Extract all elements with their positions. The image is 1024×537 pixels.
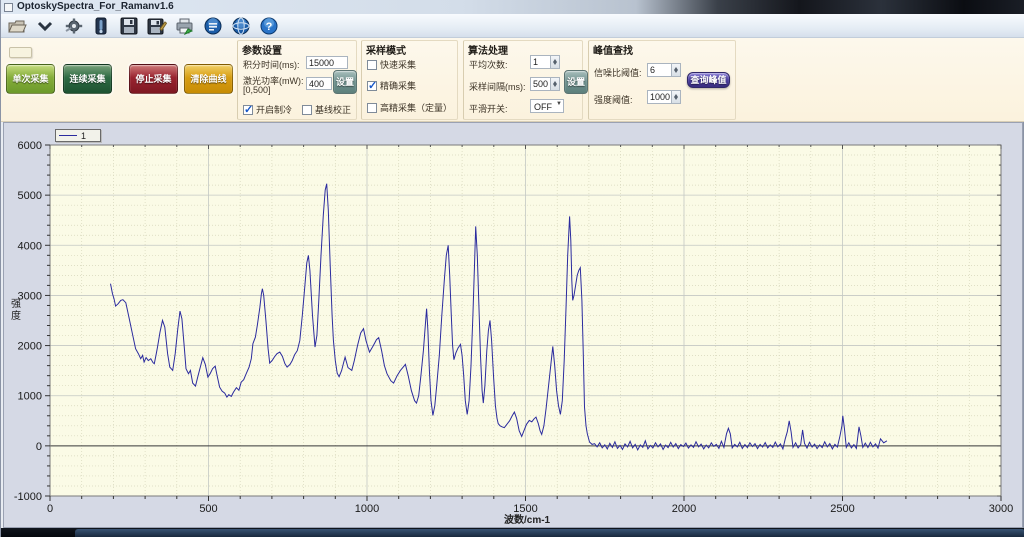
- settings-gear-icon[interactable]: [62, 16, 84, 36]
- control-panel: 单次采集 连续采集 停止采集 清除曲线 参数设置 积分时间(ms): 15000…: [1, 38, 1024, 122]
- spinner-arrows-icon[interactable]: [671, 64, 680, 76]
- open-folder-icon[interactable]: [6, 16, 28, 36]
- legend-line-sample: [59, 135, 77, 136]
- app-window: OptoskySpectra_For_Ramanv1.6 ? 单次采集 连续采集…: [0, 0, 1024, 537]
- laser-power-input[interactable]: 400: [306, 77, 332, 90]
- accurate-acquire-checkbox[interactable]: [367, 81, 377, 91]
- average-count-spinner[interactable]: 1: [530, 55, 560, 69]
- average-count-label: 平均次数:: [469, 58, 508, 71]
- chevron-down-icon: ▼: [556, 101, 562, 107]
- average-count-value: 1: [533, 57, 538, 67]
- help-icon[interactable]: ?: [258, 16, 280, 36]
- svg-text:?: ?: [266, 21, 273, 33]
- spinner-arrows-icon[interactable]: [550, 56, 559, 68]
- accurate-acquire-label: 精确采集: [380, 79, 416, 92]
- y-axis-title: 强度: [10, 299, 22, 323]
- snr-threshold-spinner[interactable]: 6: [647, 63, 681, 77]
- device-icon[interactable]: [90, 16, 112, 36]
- x-tick-label: 1000: [355, 503, 379, 515]
- cooling-label: 开启制冷: [256, 103, 292, 116]
- integration-time-label: 积分时间(ms):: [243, 58, 300, 71]
- app-icon: [4, 3, 13, 12]
- sampling-interval-value: 500: [533, 79, 548, 89]
- high-precision-checkbox[interactable]: [367, 103, 377, 113]
- sampling-interval-spinner[interactable]: 500: [530, 77, 560, 91]
- param-set-button[interactable]: 设置: [333, 70, 357, 94]
- legend-series-label: 1: [81, 131, 86, 141]
- smooth-switch-label: 平滑开关:: [469, 102, 508, 115]
- peak-finding-group: 峰值查找 信噪比阈值: 6 强度阈值: 1000 查询峰值: [588, 40, 736, 120]
- snr-threshold-label: 信噪比阈值:: [594, 66, 642, 79]
- high-precision-row[interactable]: 高精采集（定量）: [367, 101, 452, 114]
- spinner-arrows-icon[interactable]: [550, 78, 559, 90]
- intensity-threshold-spinner[interactable]: 1000: [647, 90, 681, 104]
- window-title: OptoskySpectra_For_Ramanv1.6: [17, 1, 174, 13]
- intensity-threshold-value: 1000: [650, 92, 670, 102]
- taskbar-edge: [75, 529, 1024, 537]
- chevron-down-icon[interactable]: [34, 16, 56, 36]
- fast-acquire-label: 快速采集: [380, 58, 416, 71]
- accurate-acquire-row[interactable]: 精确采集: [367, 79, 416, 92]
- group-title: 采样模式: [366, 42, 406, 57]
- clear-curve-button[interactable]: 清除曲线: [184, 64, 233, 94]
- x-tick-label: 3000: [989, 503, 1013, 515]
- toolbar: ?: [1, 14, 1024, 38]
- save-as-icon[interactable]: [146, 16, 168, 36]
- intensity-threshold-label: 强度阈值:: [594, 93, 633, 106]
- sampling-mode-group: 采样模式 快速采集 精确采集 高精采集（定量）: [361, 40, 458, 120]
- y-tick-label: 1000: [18, 391, 42, 403]
- x-tick-label: 0: [47, 503, 53, 515]
- algorithm-group: 算法处理 平均次数: 1 采样间隔(ms): 500 平滑开关: OFF ▼ 设…: [463, 40, 583, 120]
- continuous-acquire-button[interactable]: 连续采集: [63, 64, 112, 94]
- fast-acquire-row[interactable]: 快速采集: [367, 58, 416, 71]
- collapse-box[interactable]: [9, 47, 32, 58]
- baseline-checkbox[interactable]: [302, 105, 312, 115]
- x-tick-label: 500: [199, 503, 217, 515]
- x-tick-label: 2000: [672, 503, 696, 515]
- y-tick-label: 2000: [18, 341, 42, 353]
- globe-icon[interactable]: [230, 16, 252, 36]
- x-axis-title: 波数/cm-1: [504, 511, 550, 526]
- cooling-checkbox-row[interactable]: 开启制冷: [243, 103, 292, 116]
- group-title: 峰值查找: [593, 42, 633, 57]
- y-tick-label: -1000: [14, 491, 42, 503]
- smooth-switch-dropdown[interactable]: OFF ▼: [530, 99, 564, 113]
- high-precision-label: 高精采集（定量）: [380, 101, 452, 114]
- save-icon[interactable]: [118, 16, 140, 36]
- group-title: 参数设置: [242, 42, 282, 57]
- taskbar-strip: [1, 528, 1024, 537]
- x-tick-label: 2500: [830, 503, 854, 515]
- baseline-label: 基线校正: [315, 103, 351, 116]
- spectrum-chart: 050010001500200025003000-100001000200030…: [3, 122, 1023, 528]
- fast-acquire-checkbox[interactable]: [367, 60, 377, 70]
- snr-threshold-value: 6: [650, 65, 655, 75]
- group-title: 算法处理: [468, 42, 508, 57]
- cooling-checkbox[interactable]: [243, 105, 253, 115]
- single-acquire-button[interactable]: 单次采集: [6, 64, 55, 94]
- parameter-settings-group: 参数设置 积分时间(ms): 15000 激光功率(mW): [0,500] 4…: [237, 40, 357, 120]
- laser-power-range: [0,500]: [243, 85, 271, 95]
- print-icon[interactable]: [174, 16, 196, 36]
- sampling-interval-label: 采样间隔(ms):: [469, 80, 526, 93]
- integration-time-input[interactable]: 15000: [306, 56, 348, 69]
- title-bar: OptoskySpectra_For_Ramanv1.6: [1, 0, 1024, 14]
- spinner-arrows-icon[interactable]: [671, 91, 680, 103]
- chart-canvas: 050010001500200025003000-100001000200030…: [4, 123, 1022, 527]
- y-tick-label: 6000: [18, 140, 42, 152]
- smooth-switch-value: OFF: [534, 102, 552, 112]
- stop-acquire-button[interactable]: 停止采集: [129, 64, 178, 94]
- y-tick-label: 5000: [18, 190, 42, 202]
- query-peaks-button[interactable]: 查询峰值: [687, 72, 730, 88]
- baseline-checkbox-row[interactable]: 基线校正: [302, 103, 351, 116]
- chart-legend[interactable]: 1: [55, 129, 101, 142]
- algorithm-set-button[interactable]: 设置: [564, 70, 588, 94]
- sphere-menu-icon[interactable]: [202, 16, 224, 36]
- y-tick-label: 0: [36, 441, 42, 453]
- y-tick-label: 4000: [18, 240, 42, 252]
